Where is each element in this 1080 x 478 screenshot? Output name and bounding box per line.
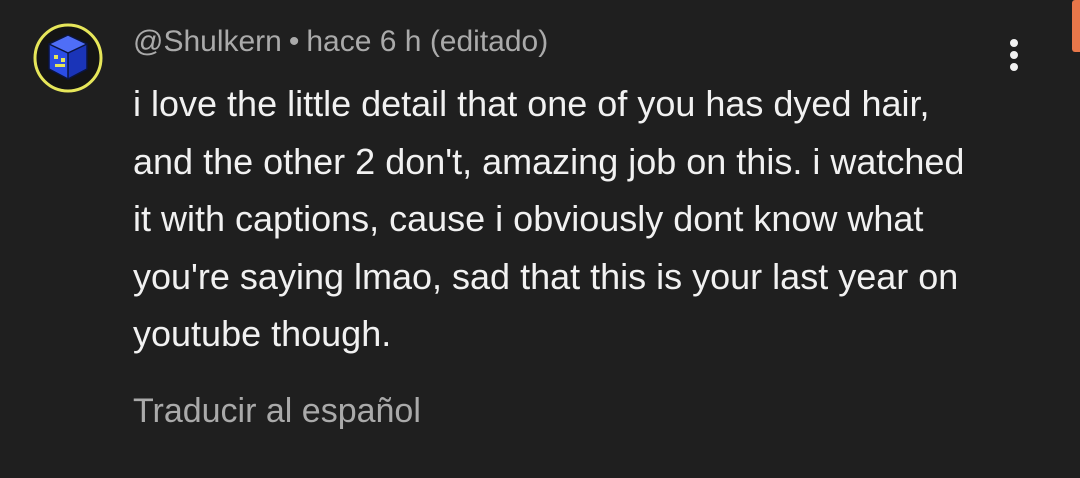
edited-label: (editado)	[429, 25, 549, 58]
translate-button[interactable]: Traducir al español	[133, 390, 421, 432]
menu-dot	[1010, 63, 1018, 71]
avatar[interactable]	[32, 22, 104, 94]
comment-thread-item: @Shulkern • hace 6 h (editado) i love the …	[0, 0, 1080, 478]
comment-text: i love the little detail that one of you…	[133, 83, 965, 354]
comment-timestamp[interactable]: hace 6 h	[306, 25, 421, 58]
geometry-dash-cube-icon	[33, 23, 103, 93]
more-vertical-icon[interactable]	[994, 30, 1034, 80]
separator-dot: •	[288, 25, 300, 58]
author-handle[interactable]: @Shulkern	[133, 25, 282, 58]
menu-dot	[1010, 39, 1018, 47]
edge-accent	[1072, 0, 1080, 52]
comment-header: @Shulkern • hace 6 h (editado)	[133, 24, 548, 60]
menu-dot	[1010, 51, 1018, 59]
